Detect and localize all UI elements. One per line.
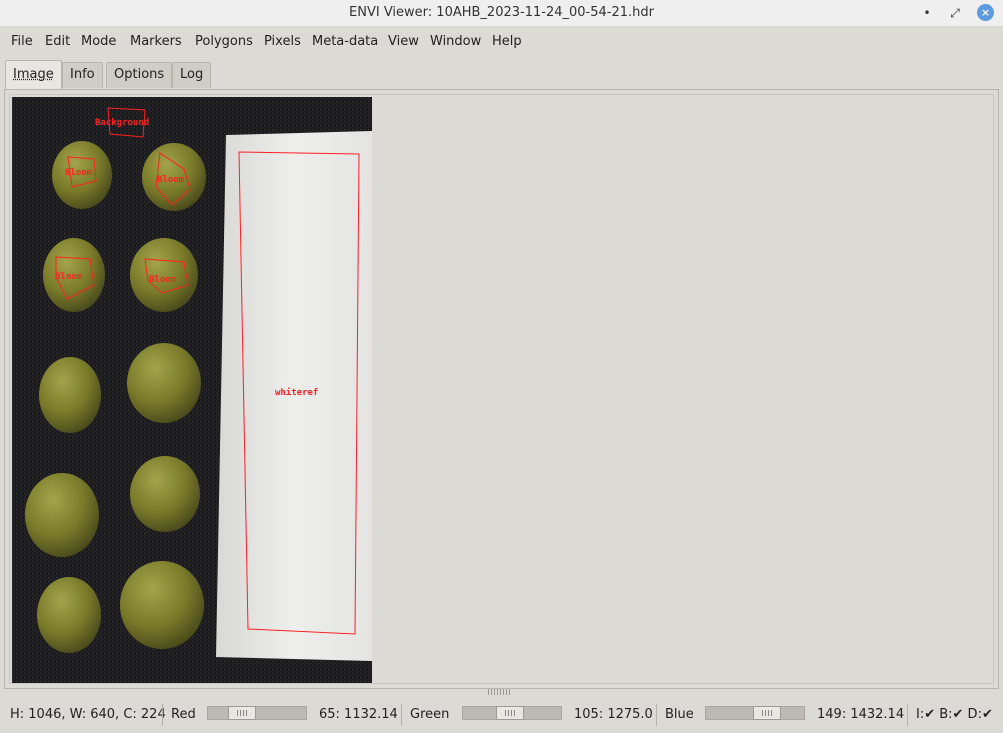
polygon-label-bloom-1: Bloom bbox=[65, 168, 93, 178]
status-separator bbox=[162, 704, 163, 726]
polygon-label-bloom-2: Bloom bbox=[157, 175, 185, 185]
polygon-label-background: Background bbox=[95, 118, 149, 128]
menu-help[interactable]: Help bbox=[492, 34, 522, 49]
status-separator bbox=[401, 704, 402, 726]
polygon-label-bloom-3: Bloom bbox=[55, 272, 83, 282]
menu-mode[interactable]: Mode bbox=[81, 34, 116, 49]
tab-image[interactable]: Image bbox=[5, 60, 62, 89]
menu-polygons[interactable]: Polygons bbox=[195, 34, 253, 49]
green-band-slider-thumb[interactable] bbox=[496, 706, 524, 720]
green-band-label: Green bbox=[410, 707, 450, 722]
image-dimensions: H: 1046, W: 640, C: 224 bbox=[10, 707, 166, 722]
red-band-label: Red bbox=[171, 707, 196, 722]
menu-edit[interactable]: Edit bbox=[45, 34, 70, 49]
tab-info[interactable]: Info bbox=[62, 62, 103, 88]
menu-markers[interactable]: Markers bbox=[130, 34, 182, 49]
polygon-label-bloom-4: Bloom bbox=[149, 275, 177, 285]
image-tab-panel: Background Bloom Bloom Bloom Bloom white… bbox=[4, 89, 999, 689]
tab-log-label: Log bbox=[180, 67, 204, 82]
panel-splitter-handle[interactable] bbox=[488, 689, 510, 695]
title-bar: ENVI Viewer: 10AHB_2023-11-24_00-54-21.h… bbox=[0, 0, 1003, 27]
display-flags: I:✔ B:✔ D:✔ bbox=[916, 707, 993, 722]
menu-window[interactable]: Window bbox=[430, 34, 481, 49]
status-separator bbox=[907, 704, 908, 726]
tab-info-label: Info bbox=[70, 67, 95, 82]
blue-band-slider-thumb[interactable] bbox=[753, 706, 781, 720]
tab-log[interactable]: Log bbox=[172, 62, 212, 88]
menu-pixels[interactable]: Pixels bbox=[264, 34, 301, 49]
menu-meta-data[interactable]: Meta-data bbox=[312, 34, 378, 49]
polygon-label-whiteref: whiteref bbox=[275, 387, 318, 398]
red-band-slider[interactable] bbox=[207, 706, 307, 720]
tab-bar: Image Info Options Log bbox=[0, 58, 1003, 90]
red-band-slider-thumb[interactable] bbox=[228, 706, 256, 720]
red-band-value: 65: 1132.14 bbox=[319, 707, 398, 722]
menu-file[interactable]: File bbox=[11, 34, 33, 49]
tab-options-label: Options bbox=[114, 67, 165, 82]
status-bar: H: 1046, W: 640, C: 224 Red 65: 1132.14 … bbox=[0, 699, 1003, 733]
hyperspectral-image-view[interactable]: Background Bloom Bloom Bloom Bloom white… bbox=[12, 97, 372, 683]
green-band-value: 105: 1275.0 bbox=[574, 707, 653, 722]
menu-view[interactable]: View bbox=[388, 34, 419, 49]
maximize-icon[interactable]: ⤢ bbox=[946, 4, 964, 22]
minimize-icon[interactable]: • bbox=[918, 4, 936, 22]
window-title: ENVI Viewer: 10AHB_2023-11-24_00-54-21.h… bbox=[349, 5, 654, 20]
tab-options[interactable]: Options bbox=[106, 62, 173, 88]
image-canvas[interactable]: Background Bloom Bloom Bloom Bloom white… bbox=[12, 97, 372, 683]
blue-band-slider[interactable] bbox=[705, 706, 805, 720]
blue-band-value: 149: 1432.14 bbox=[817, 707, 905, 722]
menu-bar: File Edit Mode Markers Polygons Pixels M… bbox=[0, 27, 1003, 57]
tab-image-label: Image bbox=[13, 67, 54, 82]
close-icon[interactable]: × bbox=[977, 4, 994, 21]
blue-band-label: Blue bbox=[665, 707, 694, 722]
green-band-slider[interactable] bbox=[462, 706, 562, 720]
status-separator bbox=[656, 704, 657, 726]
